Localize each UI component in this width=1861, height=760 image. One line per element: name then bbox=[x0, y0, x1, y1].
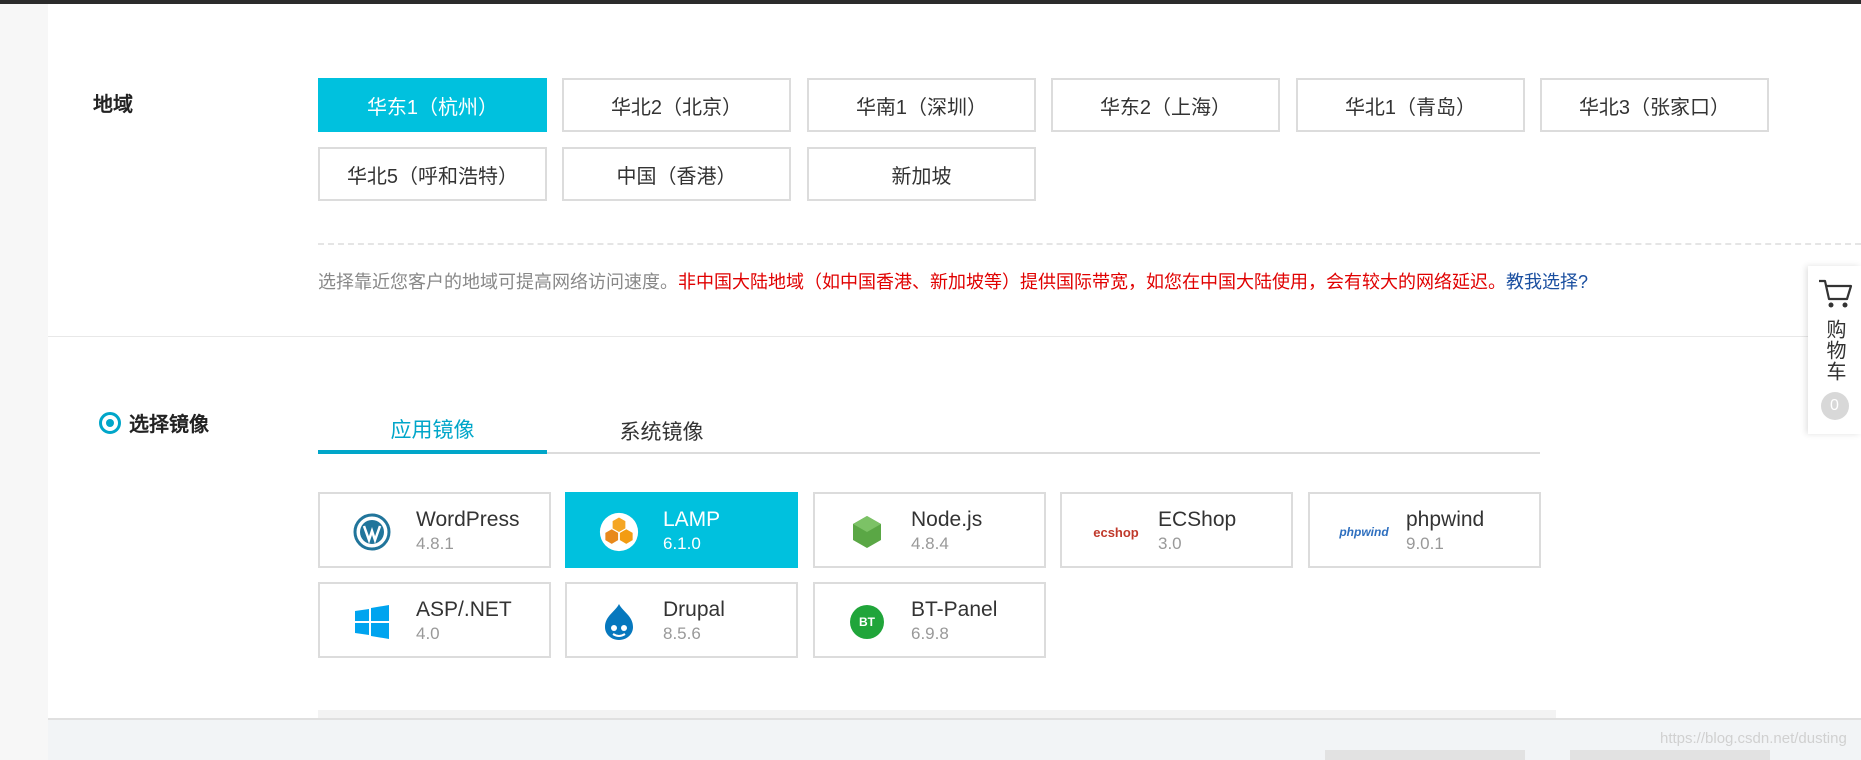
watermark: https://blog.csdn.net/dusting bbox=[1660, 730, 1847, 747]
region-option-hongkong[interactable]: 中国（香港） bbox=[562, 147, 791, 201]
cart-icon bbox=[1817, 278, 1853, 315]
tab-app-image[interactable]: 应用镜像 bbox=[318, 408, 547, 454]
bottom-strip bbox=[318, 710, 1556, 718]
image-option-btpanel[interactable]: BT BT-Panel 6.9.8 bbox=[813, 582, 1046, 658]
image-name: LAMP bbox=[663, 508, 721, 531]
image-label-text: 选择镜像 bbox=[129, 414, 209, 436]
image-version: 9.0.1 bbox=[1406, 534, 1444, 553]
image-version: 4.8.4 bbox=[911, 534, 949, 553]
region-help-link[interactable]: 教我选择? bbox=[1506, 272, 1588, 292]
image-option-drupal[interactable]: Drupal 8.5.6 bbox=[565, 582, 798, 658]
region-dashed-divider bbox=[318, 243, 1861, 245]
tab-system-image[interactable]: 系统镜像 bbox=[547, 408, 776, 454]
cart-label: 购物车 bbox=[1823, 319, 1845, 382]
lamp-icon bbox=[599, 512, 639, 552]
image-name: Node.js bbox=[911, 508, 983, 531]
section-divider bbox=[48, 336, 1861, 337]
btpanel-logo-text: BT bbox=[859, 615, 875, 629]
region-option-shanghai[interactable]: 华东2（上海） bbox=[1051, 78, 1280, 132]
image-version: 4.0 bbox=[416, 624, 440, 643]
region-note: 选择靠近您客户的地域可提高网络访问速度。非中国大陆地域（如中国香港、新加坡等）提… bbox=[318, 268, 1588, 294]
region-option-singapore[interactable]: 新加坡 bbox=[807, 147, 1036, 201]
image-option-aspnet[interactable]: ASP/.NET 4.0 bbox=[318, 582, 551, 658]
image-name: ASP/.NET bbox=[416, 598, 512, 621]
image-name: ECShop bbox=[1158, 508, 1237, 531]
bottom-button-2[interactable] bbox=[1570, 750, 1770, 760]
shopping-cart-widget[interactable]: 购物车 0 bbox=[1808, 266, 1861, 434]
image-name: BT-Panel bbox=[911, 598, 998, 621]
region-option-qingdao[interactable]: 华北1（青岛） bbox=[1296, 78, 1525, 132]
region-option-hangzhou[interactable]: 华东1（杭州） bbox=[318, 78, 547, 132]
bottom-button-1[interactable] bbox=[1325, 750, 1525, 760]
image-section-label: 选择镜像 bbox=[99, 408, 209, 437]
cart-count-badge: 0 bbox=[1820, 392, 1849, 420]
region-note-tip: 选择靠近您客户的地域可提高网络访问速度。 bbox=[318, 272, 678, 292]
drupal-icon bbox=[599, 602, 639, 642]
image-option-wordpress[interactable]: WordPress 4.8.1 bbox=[318, 492, 551, 568]
image-version: 6.1.0 bbox=[663, 534, 701, 553]
region-note-warning: 非中国大陆地域（如中国香港、新加坡等）提供国际带宽，如您在中国大陆使用，会有较大… bbox=[678, 272, 1506, 292]
image-version: 4.8.1 bbox=[416, 534, 454, 553]
image-version: 3.0 bbox=[1158, 534, 1182, 553]
region-option-beijing[interactable]: 华北2（北京） bbox=[562, 78, 791, 132]
image-option-phpwind[interactable]: phpwind phpwind 9.0.1 bbox=[1308, 492, 1541, 568]
image-option-lamp[interactable]: LAMP 6.1.0 bbox=[565, 492, 798, 568]
ecshop-icon: ecshop bbox=[1086, 512, 1146, 552]
image-name: Drupal bbox=[663, 598, 725, 621]
ecshop-logo-text: ecshop bbox=[1093, 524, 1139, 540]
region-option-huhehaote[interactable]: 华北5（呼和浩特） bbox=[318, 147, 547, 201]
image-version: 8.5.6 bbox=[663, 624, 701, 643]
region-option-shenzhen[interactable]: 华南1（深圳） bbox=[807, 78, 1036, 132]
btpanel-icon: BT bbox=[847, 602, 887, 642]
region-option-zhangjiakou[interactable]: 华北3（张家口） bbox=[1540, 78, 1769, 132]
wordpress-icon bbox=[352, 512, 392, 552]
image-name: WordPress bbox=[416, 508, 520, 531]
image-version: 6.9.8 bbox=[911, 624, 949, 643]
image-name: phpwind bbox=[1406, 508, 1485, 531]
windows-icon bbox=[352, 602, 392, 642]
region-label: 地域 bbox=[93, 94, 133, 116]
image-option-ecshop[interactable]: ecshop ECShop 3.0 bbox=[1060, 492, 1293, 568]
nodejs-icon bbox=[847, 512, 887, 552]
phpwind-icon: phpwind bbox=[1334, 512, 1394, 552]
radio-selected-icon bbox=[99, 411, 121, 434]
image-option-nodejs[interactable]: Node.js 4.8.4 bbox=[813, 492, 1046, 568]
phpwind-logo-text: phpwind bbox=[1339, 525, 1389, 539]
